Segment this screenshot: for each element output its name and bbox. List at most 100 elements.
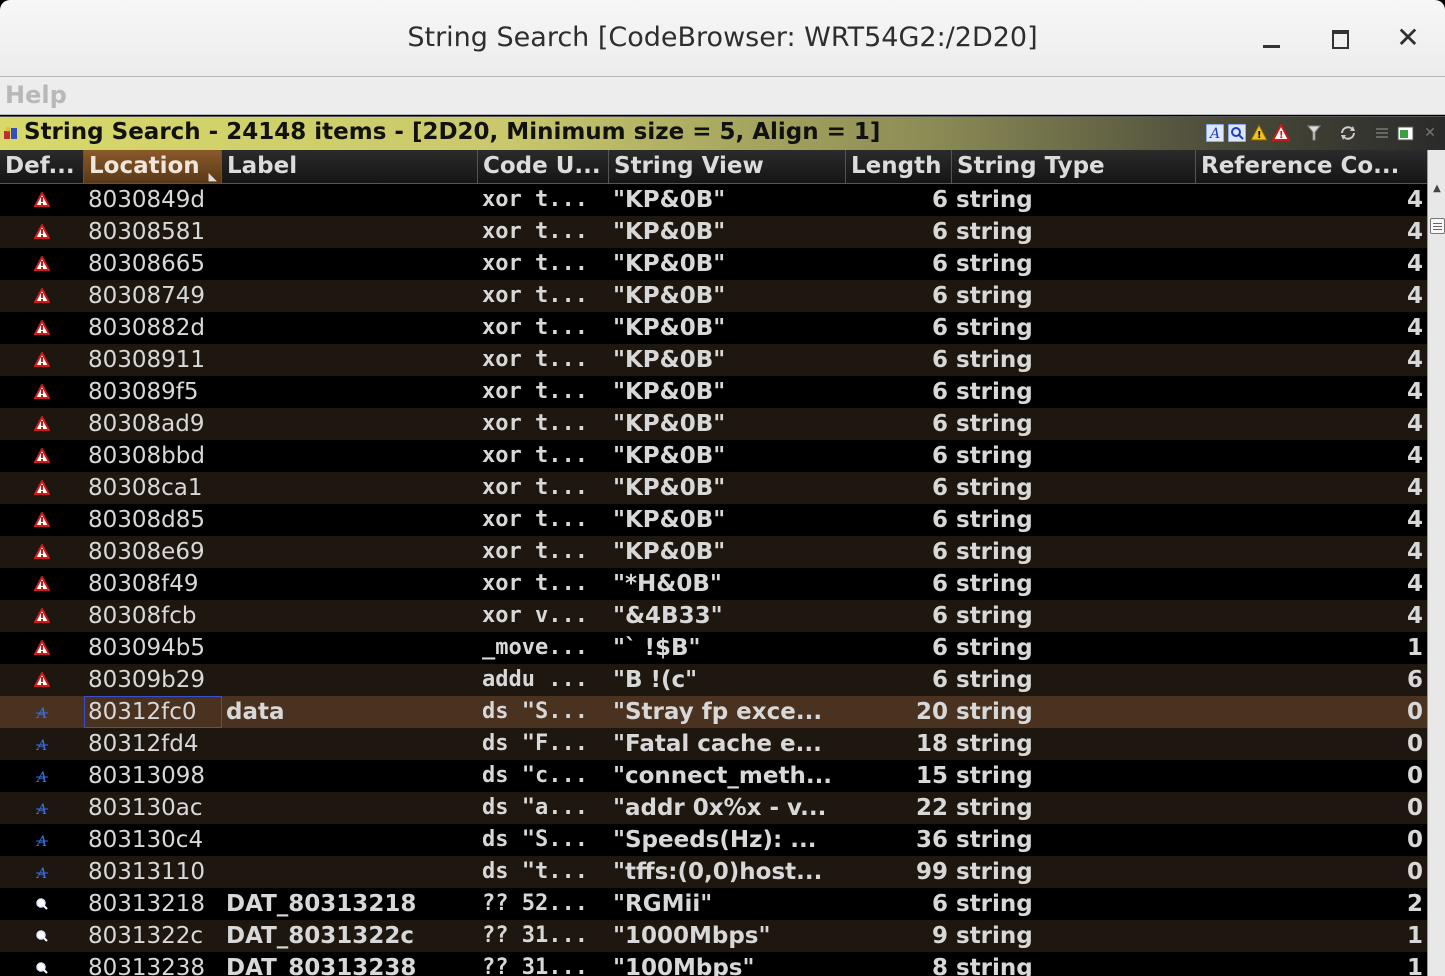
cell-location[interactable]: 80308ca1 xyxy=(84,472,222,504)
cell-code-unit[interactable]: xor t... xyxy=(478,472,609,504)
cell-code-unit[interactable]: _move... xyxy=(478,632,609,664)
table-row[interactable]: 80313218 DAT_80313218?? 52... "RGMii" 6 stri… xyxy=(0,888,1427,920)
cell-location[interactable]: 80308581 xyxy=(84,216,222,248)
cell-location[interactable]: 80312fc0 xyxy=(84,696,222,728)
cell-location[interactable]: 80313110 xyxy=(84,856,222,888)
cell-string-type[interactable]: string xyxy=(952,408,1196,440)
cell-code-unit[interactable]: xor t... xyxy=(478,344,609,376)
table-row[interactable]: A 80313110 ds "t... "tffs:(0,0)host... 99 str… xyxy=(0,856,1427,888)
filter-button[interactable] xyxy=(1304,122,1324,144)
cell-string-view[interactable]: "` !$B" xyxy=(609,632,846,664)
cell-string-view[interactable]: "connect_meth... xyxy=(609,760,846,792)
cell-code-unit[interactable]: ?? 31... xyxy=(478,952,609,976)
cell-string-type[interactable]: string xyxy=(952,824,1196,856)
table-row[interactable]: 80308e69 xor t... "KP&0B" 6 string 4 xyxy=(0,536,1427,568)
cell-length[interactable]: 8 xyxy=(846,952,952,976)
cell-length[interactable]: 6 xyxy=(846,344,952,376)
cell-label[interactable] xyxy=(222,472,478,504)
cell-length[interactable]: 99 xyxy=(846,856,952,888)
cell-location[interactable]: 803130ac xyxy=(84,792,222,824)
cell-label[interactable] xyxy=(222,280,478,312)
cell-location[interactable]: 80313238 xyxy=(84,952,222,976)
cell-reference-count[interactable]: 4 xyxy=(1196,280,1427,312)
cell-string-type[interactable]: string xyxy=(952,248,1196,280)
cell-length[interactable]: 15 xyxy=(846,760,952,792)
cell-code-unit[interactable]: xor t... xyxy=(478,184,609,216)
cell-location[interactable]: 80308911 xyxy=(84,344,222,376)
cell-length[interactable]: 6 xyxy=(846,664,952,696)
cell-label[interactable]: DAT_80313238 xyxy=(222,952,478,976)
table-row[interactable]: 80308749 xor t... "KP&0B" 6 string 4 xyxy=(0,280,1427,312)
menu-help[interactable]: Help xyxy=(5,81,67,109)
cell-location[interactable]: 80308749 xyxy=(84,280,222,312)
cell-string-type[interactable]: string xyxy=(952,792,1196,824)
table-row[interactable]: 80308bbd xor t... "KP&0B" 6 string 4 xyxy=(0,440,1427,472)
column-label[interactable]: Label xyxy=(222,150,478,183)
cell-length[interactable]: 6 xyxy=(846,280,952,312)
cell-string-type[interactable]: string xyxy=(952,568,1196,600)
cell-reference-count[interactable]: 1 xyxy=(1196,952,1427,976)
cell-code-unit[interactable]: ds "F... xyxy=(478,728,609,760)
table-row[interactable]: A 803130ac ds "a... "addr 0x%x - v... 22 stri… xyxy=(0,792,1427,824)
cell-label[interactable] xyxy=(222,824,478,856)
cell-location[interactable]: 80309b29 xyxy=(84,664,222,696)
table-row[interactable]: 80313238 DAT_80313238?? 31... "100Mbps" 8st… xyxy=(0,952,1427,976)
cell-code-unit[interactable]: ds "t... xyxy=(478,856,609,888)
cell-length[interactable]: 6 xyxy=(846,184,952,216)
table-row[interactable]: 80308d85 xor t... "KP&0B" 6 string 4 xyxy=(0,504,1427,536)
cell-string-type[interactable]: string xyxy=(952,472,1196,504)
cell-reference-count[interactable]: 0 xyxy=(1196,856,1427,888)
show-undefined-strings-toggle[interactable] xyxy=(1227,122,1247,144)
cell-code-unit[interactable]: ds "a... xyxy=(478,792,609,824)
cell-length[interactable]: 6 xyxy=(846,632,952,664)
cell-string-view[interactable]: "addr 0x%x - v... xyxy=(609,792,846,824)
cell-string-view[interactable]: "KP&0B" xyxy=(609,408,846,440)
cell-reference-count[interactable]: 0 xyxy=(1196,824,1427,856)
cell-string-view[interactable]: "KP&0B" xyxy=(609,280,846,312)
cell-reference-count[interactable]: 4 xyxy=(1196,248,1427,280)
cell-length[interactable]: 9 xyxy=(846,920,952,952)
cell-code-unit[interactable]: xor t... xyxy=(478,536,609,568)
title-bar[interactable]: String Search [CodeBrowser: WRT54G2:/2D2… xyxy=(0,0,1445,77)
cell-reference-count[interactable]: 1 xyxy=(1196,632,1427,664)
cell-code-unit[interactable]: addu ... xyxy=(478,664,609,696)
vertical-scrollbar[interactable]: ▲ xyxy=(1427,150,1445,976)
cell-label[interactable] xyxy=(222,792,478,824)
cell-string-type[interactable]: string xyxy=(952,632,1196,664)
menu-button[interactable] xyxy=(1372,122,1392,144)
cell-reference-count[interactable]: 4 xyxy=(1196,504,1427,536)
table-row[interactable]: A 803130c4 ds "S... "Speeds(Hz): ... 36 strin… xyxy=(0,824,1427,856)
table-row[interactable]: 80309b29 addu ... "B !(c" 6 string 6 xyxy=(0,664,1427,696)
cell-location[interactable]: 80312fd4 xyxy=(84,728,222,760)
cell-string-view[interactable]: "RGMii" xyxy=(609,888,846,920)
cell-length[interactable]: 6 xyxy=(846,440,952,472)
cell-string-view[interactable]: "*H&0B" xyxy=(609,568,846,600)
cell-location[interactable]: 8030849d xyxy=(84,184,222,216)
table-row[interactable]: 80308fcb xor v... "&4B33" 6 string 4 xyxy=(0,600,1427,632)
cell-label[interactable] xyxy=(222,856,478,888)
cell-string-view[interactable]: "KP&0B" xyxy=(609,536,846,568)
table-row[interactable]: A 80312fd4 ds "F... "Fatal cache e... 18 stri… xyxy=(0,728,1427,760)
column-location[interactable]: Location ◣ xyxy=(84,150,222,183)
cell-reference-count[interactable]: 4 xyxy=(1196,440,1427,472)
cell-string-view[interactable]: "&4B33" xyxy=(609,600,846,632)
table-row[interactable]: 8030882d xor t... "KP&0B" 6 string 4 xyxy=(0,312,1427,344)
snapshot-button[interactable] xyxy=(1396,122,1416,144)
cell-reference-count[interactable]: 1 xyxy=(1196,920,1427,952)
cell-string-type[interactable]: string xyxy=(952,728,1196,760)
cell-code-unit[interactable]: ?? 52... xyxy=(478,888,609,920)
cell-label[interactable]: DAT_80313218 xyxy=(222,888,478,920)
show-partial-conflicts-toggle[interactable]: ! xyxy=(1249,122,1269,144)
cell-code-unit[interactable]: xor t... xyxy=(478,248,609,280)
cell-location[interactable]: 80308ad9 xyxy=(84,408,222,440)
cell-reference-count[interactable]: 4 xyxy=(1196,376,1427,408)
cell-string-view[interactable]: "tffs:(0,0)host... xyxy=(609,856,846,888)
cell-code-unit[interactable]: xor t... xyxy=(478,504,609,536)
cell-location[interactable]: 80308d85 xyxy=(84,504,222,536)
cell-string-type[interactable]: string xyxy=(952,664,1196,696)
cell-label[interactable] xyxy=(222,760,478,792)
table-row[interactable]: 803089f5 xor t... "KP&0B" 6 string 4 xyxy=(0,376,1427,408)
cell-label[interactable] xyxy=(222,728,478,760)
cell-string-type[interactable]: string xyxy=(952,760,1196,792)
scrollbar-thumb[interactable] xyxy=(1430,218,1445,234)
